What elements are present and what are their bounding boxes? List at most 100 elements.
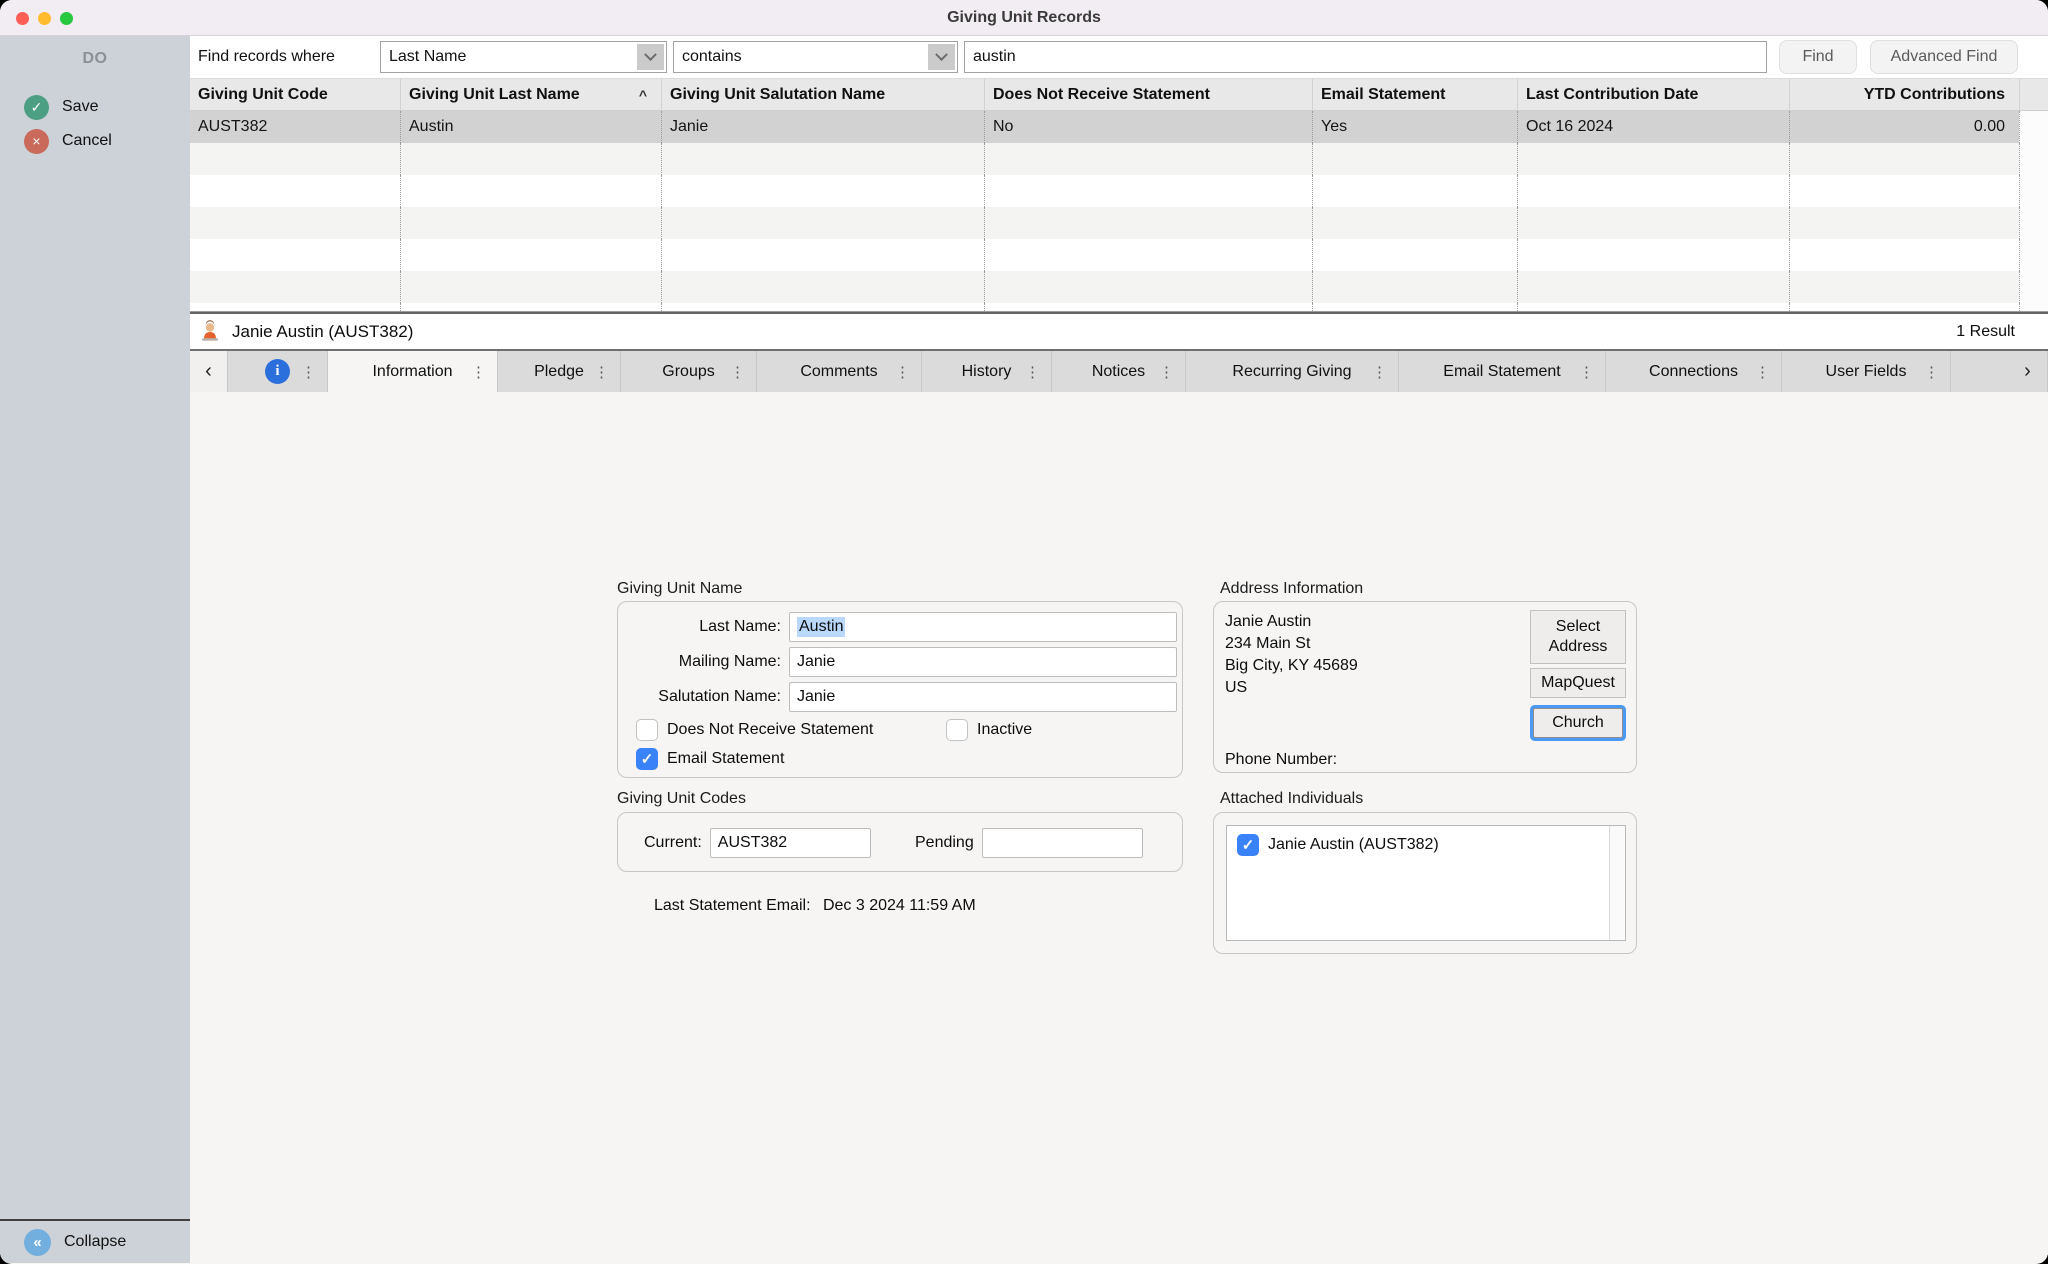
column-header-giving-unit-last-name[interactable]: Giving Unit Last Name ^: [400, 79, 661, 110]
inactive-checkbox[interactable]: [946, 719, 968, 741]
chevron-down-icon[interactable]: [928, 44, 955, 70]
search-query-value: austin: [973, 48, 1016, 66]
tab-menu-dots-icon[interactable]: ⋮: [1025, 363, 1040, 381]
collapse-sidebar-button[interactable]: « Collapse: [0, 1221, 190, 1263]
list-scrollbar-track[interactable]: [1609, 826, 1625, 940]
attached-individuals-list: ✓ Janie Austin (AUST382): [1226, 825, 1626, 941]
minimize-window-button[interactable]: [38, 12, 51, 25]
attached-individual-checkbox[interactable]: ✓: [1237, 834, 1259, 856]
person-icon: [198, 320, 222, 344]
tab-recurring-giving[interactable]: Recurring Giving ⋮: [1186, 351, 1399, 392]
advanced-find-button[interactable]: Advanced Find: [1870, 40, 2018, 74]
mapquest-button[interactable]: MapQuest: [1530, 668, 1626, 698]
column-header-does-not-receive-statement[interactable]: Does Not Receive Statement: [984, 79, 1312, 110]
cell-giving-unit-salutation-name: Janie: [661, 111, 984, 143]
tab-menu-dots-icon[interactable]: ⋮: [1924, 363, 1939, 381]
save-label: Save: [62, 98, 98, 116]
chevron-right-icon: ›: [2024, 360, 2031, 383]
tab-menu-dots-icon[interactable]: ⋮: [895, 363, 910, 381]
content-area: Find records where Last Name contains au…: [190, 36, 2048, 1263]
sort-ascending-icon: ^: [639, 87, 647, 103]
column-header-email-statement[interactable]: Email Statement: [1312, 79, 1517, 110]
address-information-section-title: Address Information: [1220, 580, 1363, 598]
table-row-empty: [190, 239, 2048, 271]
attached-individual-row[interactable]: ✓ Janie Austin (AUST382): [1227, 826, 1625, 856]
phone-number-label: Phone Number:: [1225, 751, 1337, 769]
current-code-label: Current:: [644, 834, 702, 852]
tab-groups[interactable]: Groups ⋮: [621, 351, 757, 392]
find-button[interactable]: Find: [1779, 40, 1857, 74]
search-operator-dropdown[interactable]: contains: [673, 41, 958, 73]
cancel-button[interactable]: × Cancel: [0, 124, 190, 158]
sidebar-heading: DO: [0, 36, 190, 68]
tab-notices[interactable]: Notices ⋮: [1052, 351, 1186, 392]
does-not-receive-statement-checkbox[interactable]: [636, 719, 658, 741]
giving-unit-name-section: Last Name: Austin Mailing Name: Janie Sa…: [617, 601, 1183, 778]
tab-info[interactable]: i ⋮: [228, 351, 328, 392]
tab-scroll-right-button[interactable]: ›: [2008, 351, 2048, 392]
chevron-left-icon: ‹: [205, 360, 212, 383]
record-header: Janie Austin (AUST382) 1 Result: [190, 314, 2048, 349]
tab-menu-dots-icon[interactable]: ⋮: [594, 363, 609, 381]
tab-menu-dots-icon[interactable]: ⋮: [1579, 363, 1594, 381]
tab-menu-dots-icon[interactable]: ⋮: [1159, 363, 1174, 381]
inactive-label: Inactive: [977, 721, 1032, 739]
zoom-window-button[interactable]: [60, 12, 73, 25]
mailing-name-label: Mailing Name:: [618, 653, 781, 671]
cancel-x-icon: ×: [24, 129, 49, 154]
church-button[interactable]: Church: [1533, 708, 1623, 738]
last-statement-email-row: Last Statement Email: Dec 3 2024 11:59 A…: [654, 897, 976, 915]
search-query-input[interactable]: austin: [964, 41, 1767, 73]
cancel-label: Cancel: [62, 132, 112, 150]
table-rows: AUST382 Austin Janie No Yes Oct 16 2024 …: [190, 111, 2048, 311]
window-title: Giving Unit Records: [0, 9, 2048, 27]
search-field-value: Last Name: [381, 48, 635, 66]
table-row-empty: [190, 303, 2048, 311]
mailing-name-input[interactable]: Janie: [789, 647, 1177, 677]
salutation-name-label: Salutation Name:: [618, 688, 781, 706]
tab-email-statement[interactable]: Email Statement ⋮: [1399, 351, 1606, 392]
last-name-input[interactable]: Austin: [789, 612, 1177, 642]
current-code-input[interactable]: AUST382: [710, 828, 871, 858]
tab-connections[interactable]: Connections ⋮: [1606, 351, 1782, 392]
tab-user-fields[interactable]: User Fields ⋮: [1782, 351, 1951, 392]
chevron-down-icon[interactable]: [637, 44, 664, 70]
last-name-label: Last Name:: [618, 618, 781, 636]
cell-giving-unit-last-name: Austin: [400, 111, 661, 143]
column-header-ytd-contributions[interactable]: YTD Contributions: [1789, 79, 2019, 110]
save-button[interactable]: ✓ Save: [0, 90, 190, 124]
close-window-button[interactable]: [16, 12, 29, 25]
pending-code-input[interactable]: [982, 828, 1143, 858]
tab-scroll-left-button[interactable]: ‹: [190, 351, 228, 392]
tab-history[interactable]: History ⋮: [922, 351, 1052, 392]
table-header-row: Giving Unit Code Giving Unit Last Name ^…: [190, 78, 2048, 111]
cell-giving-unit-code: AUST382: [190, 111, 400, 143]
tab-menu-dots-icon[interactable]: ⋮: [471, 363, 486, 381]
table-row-selected[interactable]: AUST382 Austin Janie No Yes Oct 16 2024 …: [190, 111, 2048, 143]
tab-comments[interactable]: Comments ⋮: [757, 351, 922, 392]
column-header-giving-unit-salutation-name[interactable]: Giving Unit Salutation Name: [661, 79, 984, 110]
salutation-name-input[interactable]: Janie: [789, 682, 1177, 712]
tab-menu-dots-icon[interactable]: ⋮: [1372, 363, 1387, 381]
cell-ytd-contributions: 0.00: [1789, 111, 2019, 143]
find-records-label: Find records where: [198, 48, 380, 66]
traffic-lights: [16, 0, 73, 36]
giving-unit-codes-section: Current: AUST382 Pending: [617, 812, 1183, 872]
select-address-button[interactable]: Select Address: [1530, 610, 1626, 664]
tab-menu-dots-icon[interactable]: ⋮: [730, 363, 745, 381]
table-row-empty: [190, 143, 2048, 175]
tab-menu-dots-icon[interactable]: ⋮: [301, 363, 316, 381]
tab-menu-dots-icon[interactable]: ⋮: [1755, 363, 1770, 381]
address-street-line: 234 Main St: [1225, 633, 1358, 655]
cell-does-not-receive-statement: No: [984, 111, 1312, 143]
column-header-giving-unit-code[interactable]: Giving Unit Code: [190, 79, 400, 110]
cell-last-contribution-date: Oct 16 2024: [1517, 111, 1789, 143]
attached-individual-label: Janie Austin (AUST382): [1268, 836, 1439, 854]
email-statement-checkbox[interactable]: ✓: [636, 748, 658, 770]
tab-pledge[interactable]: Pledge ⋮: [498, 351, 621, 392]
column-header-last-contribution-date[interactable]: Last Contribution Date: [1517, 79, 1789, 110]
result-count: 1 Result: [1956, 323, 2015, 341]
tab-information[interactable]: Information ⋮: [328, 351, 498, 392]
search-field-dropdown[interactable]: Last Name: [380, 41, 667, 73]
find-records-bar: Find records where Last Name contains au…: [190, 36, 2048, 78]
